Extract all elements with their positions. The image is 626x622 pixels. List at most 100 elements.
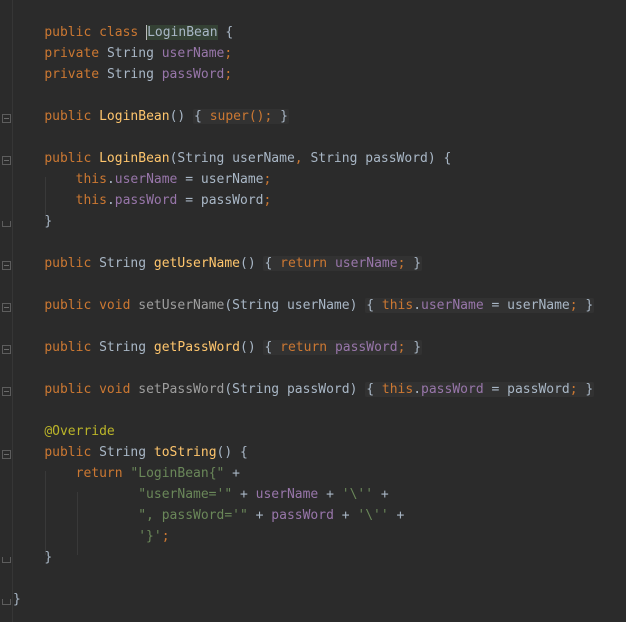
constructor-name: LoginBean: [99, 151, 170, 166]
operator: +: [388, 508, 405, 523]
fold-end-icon[interactable]: [2, 221, 11, 227]
gutter: [0, 0, 13, 622]
code-line-13[interactable]: public String getUserName() { return use…: [13, 253, 423, 274]
string-literal: ", passWord='": [138, 508, 248, 523]
keyword: private: [44, 46, 100, 61]
field: passWord: [161, 67, 225, 82]
keyword: public: [44, 25, 92, 40]
code-line-8[interactable]: public LoginBean(String userName, String…: [13, 148, 451, 169]
semicolon: ;: [569, 298, 578, 313]
keyword: this: [381, 298, 414, 313]
type: String: [106, 67, 154, 82]
code-line-25[interactable]: ", passWord='" + passWord + '\'' +: [13, 505, 404, 526]
keyword: return: [280, 256, 328, 271]
keyword: this: [381, 382, 414, 397]
code-line-17[interactable]: public String getPassWord() { return pas…: [13, 337, 423, 358]
folded-region[interactable]: { return passWord; }: [263, 340, 423, 355]
assignment: = passWord: [483, 382, 570, 397]
brace: }: [413, 256, 422, 271]
keyword: private: [44, 67, 100, 82]
code-line-9[interactable]: this.userName = userName;: [13, 169, 272, 190]
code-line-23[interactable]: return "LoginBean{" +: [13, 463, 240, 484]
dot: .: [106, 172, 115, 187]
string-literal: "LoginBean{": [130, 466, 225, 481]
fold-marker-icon[interactable]: [2, 345, 11, 354]
fold-marker-icon[interactable]: [2, 114, 11, 123]
type: String: [99, 340, 147, 355]
fold-end-icon[interactable]: [2, 557, 11, 563]
folded-region[interactable]: { this.userName = userName; }: [365, 298, 595, 313]
params: (String userName): [224, 298, 358, 313]
code-line-19[interactable]: public void setPassWord(String passWord)…: [13, 379, 595, 400]
operator: +: [247, 508, 272, 523]
keyword: public: [44, 151, 92, 166]
keyword: public: [44, 256, 92, 271]
fold-marker-icon[interactable]: [2, 387, 11, 396]
brace: {: [217, 25, 234, 40]
code-line-24[interactable]: "userName='" + userName + '\'' +: [13, 484, 389, 505]
parens: (): [240, 340, 256, 355]
comma: ,: [294, 151, 303, 166]
code-line-1[interactable]: public class LoginBean {: [13, 1, 233, 40]
keyword: public: [44, 340, 92, 355]
params: (String userName: [169, 151, 295, 166]
fold-end-icon[interactable]: [2, 599, 11, 605]
keyword: public: [44, 445, 92, 460]
code-line-3[interactable]: private String userName;: [13, 43, 232, 64]
fold-marker-icon[interactable]: [2, 450, 11, 459]
code-line-11[interactable]: }: [13, 211, 52, 232]
field: passWord: [271, 508, 334, 523]
code-line-10[interactable]: this.passWord = passWord;: [13, 190, 272, 211]
code-line-21[interactable]: @Override: [13, 421, 114, 442]
code-editor[interactable]: public class LoginBean { private String …: [0, 0, 626, 622]
type: String: [99, 445, 147, 460]
operator: +: [373, 487, 389, 502]
code-line-26[interactable]: '}';: [13, 526, 169, 547]
code-line-22[interactable]: public String toString() {: [13, 442, 248, 463]
semicolon: ;: [397, 340, 406, 355]
method-name: setUserName: [138, 298, 225, 313]
brace: }: [44, 214, 53, 229]
keyword: class: [99, 25, 139, 40]
params: (String passWord): [224, 382, 358, 397]
brace: }: [280, 109, 288, 124]
class-name: LoginBean: [146, 25, 218, 40]
keyword: this: [75, 172, 107, 187]
assignment: = userName: [177, 172, 264, 187]
fold-marker-icon[interactable]: [2, 303, 11, 312]
field: userName: [255, 487, 319, 502]
brace: {: [264, 340, 273, 355]
semicolon: ;: [397, 256, 406, 271]
folded-region[interactable]: { this.passWord = passWord; }: [365, 382, 595, 397]
code-line-6[interactable]: public LoginBean() { super(); }: [13, 106, 289, 127]
field: userName: [334, 256, 398, 271]
brace: }: [13, 592, 21, 607]
params: String passWord) {: [302, 151, 452, 166]
folded-region[interactable]: { return userName; }: [263, 256, 423, 271]
fold-marker-icon[interactable]: [2, 261, 11, 270]
operator: +: [333, 508, 358, 523]
field: userName: [161, 46, 225, 61]
code-line-29[interactable]: }: [13, 589, 21, 610]
string-literal: "userName='": [138, 487, 233, 502]
fold-marker-icon[interactable]: [2, 156, 11, 165]
folded-region[interactable]: { super(); }: [193, 109, 289, 124]
brace: }: [585, 382, 594, 397]
parens: (): [169, 109, 186, 124]
constructor-name: LoginBean: [99, 109, 170, 124]
char-literal: '}': [138, 529, 162, 544]
keyword: this: [75, 193, 107, 208]
brace: {: [366, 298, 375, 313]
method-name: toString: [153, 445, 217, 460]
char-literal: '\'': [357, 508, 389, 523]
keyword: return: [280, 340, 328, 355]
keyword: public: [44, 109, 92, 124]
brace: {: [264, 256, 273, 271]
code-line-4[interactable]: private String passWord;: [13, 64, 232, 85]
method-name: getUserName: [153, 256, 240, 271]
keyword: void: [99, 298, 131, 313]
char-literal: '\'': [341, 487, 374, 502]
code-line-27[interactable]: }: [13, 547, 52, 568]
parens: () {: [216, 445, 248, 460]
code-line-15[interactable]: public void setUserName(String userName)…: [13, 295, 595, 316]
